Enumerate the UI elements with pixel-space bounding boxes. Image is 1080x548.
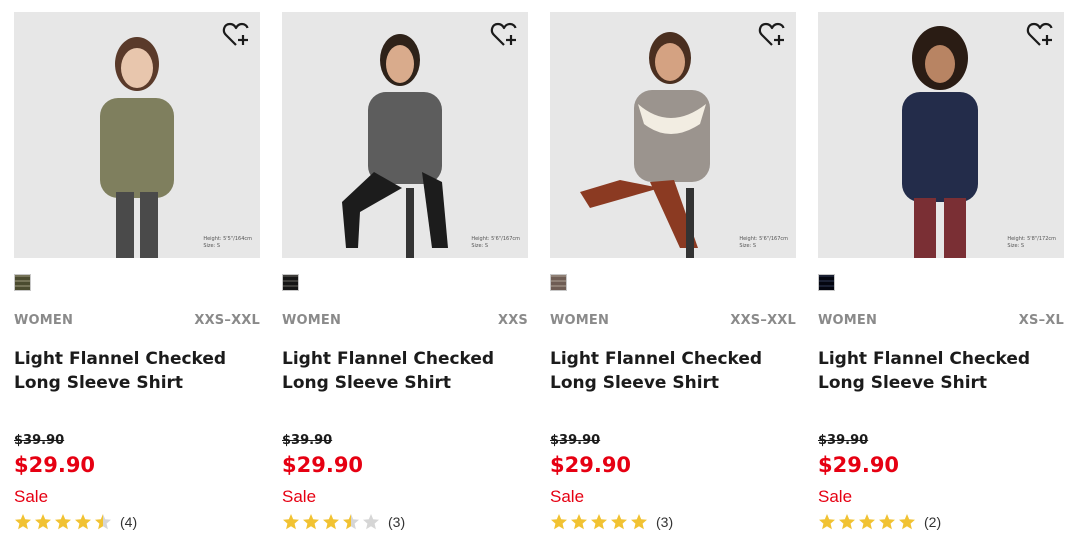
- size-range: XXS–XXL: [730, 313, 796, 328]
- star-icon: [283, 514, 299, 530]
- star-icon: [819, 514, 835, 530]
- product-meta: WOMEN XXS: [282, 313, 528, 331]
- review-count: (3): [656, 514, 674, 530]
- model-info-caption: Height: 5'6"/167cm Size: S: [471, 236, 520, 250]
- sale-price: $29.90: [14, 453, 96, 477]
- star-icon: [879, 514, 895, 530]
- add-to-wishlist-button[interactable]: [222, 20, 252, 50]
- add-to-wishlist-button[interactable]: [1026, 20, 1056, 50]
- star-icon: [323, 514, 339, 530]
- original-price: $39.90: [818, 433, 869, 448]
- size-range: XXS: [497, 313, 528, 328]
- model-size: Size: S: [203, 243, 221, 249]
- heart-plus-icon: [222, 22, 249, 46]
- star-icon: [55, 514, 71, 530]
- product-name[interactable]: Light Flannel Checked Long Sleeve Shirt: [550, 347, 790, 395]
- model-size: Size: S: [1007, 243, 1025, 249]
- star-rating: [550, 513, 650, 531]
- original-price: $39.90: [550, 433, 601, 448]
- size-range: XXS–XXL: [194, 313, 260, 328]
- star-icon: [15, 514, 31, 530]
- gender-label: WOMEN: [550, 313, 610, 328]
- model-height: Height: 5'8"/172cm: [1007, 236, 1056, 242]
- star-icon: [839, 514, 855, 530]
- star-rating: [818, 513, 918, 531]
- star-icon: [859, 514, 875, 530]
- product-card[interactable]: Height: 5'8"/172cm Size: S WOMEN XS–XL L…: [818, 12, 1064, 542]
- rating[interactable]: (2): [818, 512, 941, 532]
- color-swatch[interactable]: [550, 274, 567, 291]
- star-icon: [591, 514, 607, 530]
- product-image[interactable]: Height: 5'6"/167cm Size: S: [282, 12, 528, 258]
- model-size: Size: S: [471, 243, 489, 249]
- product-card[interactable]: Height: 5'6"/167cm Size: S WOMEN XXS–XXL…: [550, 12, 796, 542]
- heart-plus-icon: [1026, 22, 1053, 46]
- sale-badge: Sale: [14, 487, 49, 506]
- sale-price: $29.90: [282, 453, 364, 477]
- product-grid: Height: 5'5"/164cm Size: S WOMEN XXS–XXL…: [0, 0, 1080, 548]
- product-card[interactable]: Height: 5'5"/164cm Size: S WOMEN XXS–XXL…: [14, 12, 260, 542]
- product-meta: WOMEN XXS–XXL: [14, 313, 260, 331]
- gender-label: WOMEN: [14, 313, 74, 328]
- star-icon: [35, 514, 51, 530]
- product-name[interactable]: Light Flannel Checked Long Sleeve Shirt: [14, 347, 254, 395]
- star-rating: [14, 513, 114, 531]
- product-card[interactable]: Height: 5'6"/167cm Size: S WOMEN XXS Lig…: [282, 12, 528, 542]
- rating[interactable]: (3): [550, 512, 673, 532]
- sale-price: $29.90: [818, 453, 900, 477]
- review-count: (3): [388, 514, 406, 530]
- sale-badge: Sale: [550, 487, 585, 506]
- sale-badge: Sale: [282, 487, 317, 506]
- star-icon: [551, 514, 567, 530]
- color-swatch[interactable]: [818, 274, 835, 291]
- star-icon: [571, 514, 587, 530]
- original-price: $39.90: [14, 433, 65, 448]
- star-icon: [611, 514, 627, 530]
- heart-plus-icon: [758, 22, 785, 46]
- gender-label: WOMEN: [818, 313, 878, 328]
- star-icon: [899, 514, 915, 530]
- gender-label: WOMEN: [282, 313, 342, 328]
- product-meta: WOMEN XXS–XXL: [550, 313, 796, 331]
- add-to-wishlist-button[interactable]: [758, 20, 788, 50]
- model-height: Height: 5'6"/167cm: [471, 236, 520, 242]
- model-height: Height: 5'5"/164cm: [203, 236, 252, 242]
- star-icon: [95, 514, 111, 530]
- star-icon: [75, 514, 91, 530]
- color-swatch[interactable]: [14, 274, 31, 291]
- sale-price: $29.90: [550, 453, 632, 477]
- rating[interactable]: (4): [14, 512, 137, 532]
- product-meta: WOMEN XS–XL: [818, 313, 1064, 331]
- model-height: Height: 5'6"/167cm: [739, 236, 788, 242]
- star-icon: [343, 514, 359, 530]
- sale-badge: Sale: [818, 487, 853, 506]
- product-image[interactable]: Height: 5'5"/164cm Size: S: [14, 12, 260, 258]
- size-range: XS–XL: [1018, 313, 1064, 328]
- model-info-caption: Height: 5'8"/172cm Size: S: [1007, 236, 1056, 250]
- star-icon: [363, 514, 379, 530]
- review-count: (4): [120, 514, 138, 530]
- model-info-caption: Height: 5'6"/167cm Size: S: [739, 236, 788, 250]
- product-image[interactable]: Height: 5'8"/172cm Size: S: [818, 12, 1064, 258]
- color-swatch[interactable]: [282, 274, 299, 291]
- review-count: (2): [924, 514, 942, 530]
- product-name[interactable]: Light Flannel Checked Long Sleeve Shirt: [282, 347, 522, 395]
- model-info-caption: Height: 5'5"/164cm Size: S: [203, 236, 252, 250]
- product-name[interactable]: Light Flannel Checked Long Sleeve Shirt: [818, 347, 1058, 395]
- rating[interactable]: (3): [282, 512, 405, 532]
- add-to-wishlist-button[interactable]: [490, 20, 520, 50]
- star-icon: [303, 514, 319, 530]
- model-size: Size: S: [739, 243, 757, 249]
- original-price: $39.90: [282, 433, 333, 448]
- heart-plus-icon: [490, 22, 517, 46]
- star-rating: [282, 513, 382, 531]
- star-icon: [631, 514, 647, 530]
- product-image[interactable]: Height: 5'6"/167cm Size: S: [550, 12, 796, 258]
